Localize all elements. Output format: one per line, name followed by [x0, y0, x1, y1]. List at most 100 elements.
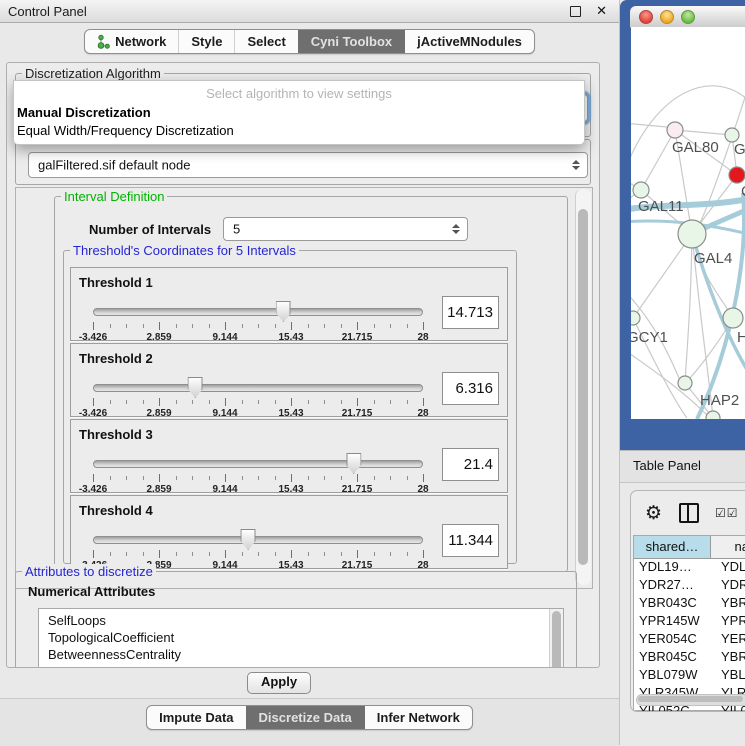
scale-label: 9.144: [212, 560, 237, 571]
node-ga[interactable]: [725, 128, 739, 142]
attributes-list[interactable]: SelfLoopsTopologicalCoefficientBetweenne…: [38, 608, 564, 668]
slider-handle[interactable]: [241, 529, 256, 550]
table-row[interactable]: YPR145WYPR1: [634, 613, 745, 631]
cell-name: YBR0: [715, 649, 745, 667]
scrollbar-thumb[interactable]: [638, 696, 743, 702]
slider-handle[interactable]: [346, 453, 361, 474]
apply-button[interactable]: Apply: [247, 672, 311, 694]
scrollbar-thumb[interactable]: [578, 209, 588, 565]
list-scrollbar[interactable]: [549, 609, 563, 668]
float-window-icon[interactable]: [570, 6, 581, 17]
threshold-value-field[interactable]: 11.344: [442, 524, 499, 557]
tab-cyni-toolbox[interactable]: Cyni Toolbox: [298, 30, 404, 53]
threshold-slider[interactable]: -3.4262.8599.14415.4321.71528: [93, 380, 423, 414]
close-icon[interactable]: ✕: [596, 3, 607, 19]
num-intervals-combobox[interactable]: 5: [223, 217, 468, 241]
scale-label: 21.715: [342, 332, 373, 343]
threshold-value-field[interactable]: 21.4: [442, 448, 499, 481]
node-hap2[interactable]: [678, 376, 692, 390]
table-panel: ⚙ ☑☑ shared… na YDL19…YDL1YDR27…YDR2YBR0…: [630, 490, 745, 712]
select-columns-checkboxes-icon[interactable]: ☑☑: [715, 506, 739, 520]
tick-mark: [143, 324, 144, 328]
tab-discretize-data[interactable]: Discretize Data: [246, 706, 364, 729]
table-data-combobox[interactable]: galFiltered.sif default node: [28, 152, 588, 178]
node-h[interactable]: [723, 308, 743, 328]
tick-mark: [275, 552, 276, 556]
tick-mark: [159, 398, 160, 406]
tick-mark: [275, 476, 276, 480]
tick-mark: [93, 474, 94, 482]
slider-ticks: [93, 398, 423, 407]
cell-shared-name: YBR043C: [634, 595, 715, 613]
tick-mark: [110, 324, 111, 328]
table-row[interactable]: YDR27…YDR2: [634, 577, 745, 595]
combo-arrows-icon: [452, 224, 460, 234]
slider-handle[interactable]: [188, 377, 203, 398]
slider-handle[interactable]: [276, 301, 291, 322]
attribute-item-selfloops[interactable]: SelfLoops: [39, 612, 563, 629]
nodes: GAL80GACGAL11GAL4GCY1HHAP2: [631, 122, 745, 419]
minimize-traffic-light-icon[interactable]: [660, 10, 674, 24]
gear-icon[interactable]: ⚙: [645, 502, 662, 524]
tab-label: Select: [247, 34, 285, 49]
tab-style[interactable]: Style: [178, 30, 234, 53]
network-graph: GAL80GACGAL11GAL4GCY1HHAP2: [631, 27, 745, 419]
attribute-item-betweennesscentrality[interactable]: BetweennessCentrality: [39, 646, 563, 663]
tick-mark: [225, 398, 226, 406]
tab-impute-data[interactable]: Impute Data: [147, 706, 245, 729]
table-row[interactable]: YDL19…YDL1: [634, 559, 745, 577]
tick-mark: [357, 550, 358, 558]
network-canvas[interactable]: GAL80GACGAL11GAL4GCY1HHAP2: [631, 27, 745, 419]
column-header-shared-name[interactable]: shared…: [634, 536, 711, 558]
threshold-slider[interactable]: -3.4262.8599.14415.4321.71528: [93, 456, 423, 490]
tick-mark: [225, 550, 226, 558]
table-row[interactable]: YER054CYER0: [634, 631, 745, 649]
columns-icon[interactable]: [679, 503, 699, 523]
tab-network[interactable]: Network: [85, 30, 178, 53]
threshold-value-field[interactable]: 14.713: [442, 296, 499, 329]
vertical-scrollbar[interactable]: [575, 189, 591, 585]
slider-track[interactable]: [93, 536, 423, 544]
node-gal80[interactable]: [667, 122, 683, 138]
tab-infer-network[interactable]: Infer Network: [364, 706, 472, 729]
node-unlabeled[interactable]: [706, 411, 720, 419]
threshold-value-field[interactable]: 6.316: [442, 372, 499, 405]
tick-mark: [291, 398, 292, 406]
column-header-name[interactable]: na: [711, 536, 745, 558]
tick-mark: [176, 400, 177, 404]
table-row[interactable]: YBR043CYBR0: [634, 595, 745, 613]
dropdown-option-equal-width-frequency-discretization[interactable]: Equal Width/Frequency Discretization: [14, 122, 584, 140]
scale-label: 28: [417, 560, 428, 571]
table-header-row: shared… na: [634, 536, 745, 559]
interval-definition-group: Interval Definition Number of Intervals …: [54, 196, 568, 572]
threshold-slider[interactable]: -3.4262.8599.14415.4321.71528: [93, 532, 423, 566]
tick-mark: [143, 400, 144, 404]
table-row[interactable]: YBR045CYBR0: [634, 649, 745, 667]
tick-mark: [324, 552, 325, 556]
attribute-item-topologicalcoefficient[interactable]: TopologicalCoefficient: [39, 629, 563, 646]
tick-mark: [143, 552, 144, 556]
horizontal-scrollbar[interactable]: [636, 694, 745, 706]
threshold-label: Threshold 3: [79, 427, 153, 442]
tab-select[interactable]: Select: [234, 30, 297, 53]
scrollbar-thumb[interactable]: [552, 611, 561, 668]
slider-track[interactable]: [93, 308, 423, 316]
tick-mark: [308, 476, 309, 480]
cell-name: YBL0: [715, 667, 745, 685]
node-gal11[interactable]: [633, 182, 649, 198]
cell-shared-name: YBL079W: [634, 667, 715, 685]
threshold-slider[interactable]: -3.4262.8599.14415.4321.71528: [93, 304, 423, 338]
tick-mark: [357, 398, 358, 406]
node-c[interactable]: [729, 167, 745, 183]
tab-jactivemnodules[interactable]: jActiveMNodules: [404, 30, 534, 53]
node-gcy1[interactable]: [631, 311, 640, 325]
scale-label: 15.43: [278, 560, 303, 571]
zoom-traffic-light-icon[interactable]: [681, 10, 695, 24]
dropdown-option-manual-discretization[interactable]: Manual Discretization: [14, 104, 584, 122]
slider-track[interactable]: [93, 460, 423, 468]
table-row[interactable]: YBL079WYBL0: [634, 667, 745, 685]
tick-mark: [176, 476, 177, 480]
close-traffic-light-icon[interactable]: [639, 10, 653, 24]
node-gal4[interactable]: [678, 220, 706, 248]
slider-track[interactable]: [93, 384, 423, 392]
